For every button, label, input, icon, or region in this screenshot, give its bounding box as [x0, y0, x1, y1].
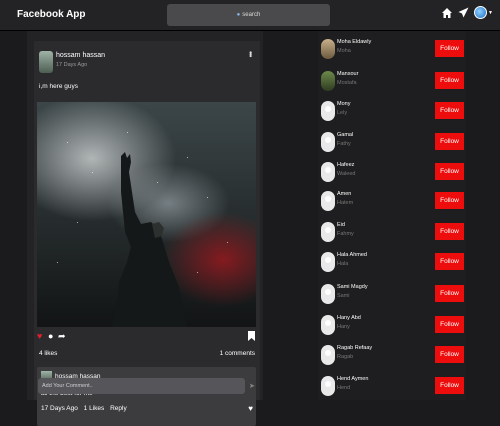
avatar[interactable] [321, 71, 335, 91]
suggestion-item: Mansour Mostafa Follow [318, 68, 466, 92]
reply-button[interactable]: Reply [110, 405, 127, 412]
follow-button[interactable]: Follow [435, 192, 464, 209]
suggestion-name[interactable]: Eid [337, 222, 345, 228]
home-icon[interactable] [441, 7, 453, 19]
send-icon[interactable] [458, 7, 469, 18]
suggestion-name[interactable]: Ragab Refaay [337, 345, 372, 351]
avatar[interactable] [321, 376, 335, 396]
suggestion-username: Moha [337, 48, 351, 54]
follow-button[interactable]: Follow [435, 40, 464, 57]
post-text: i,m here guys [39, 83, 79, 90]
search-input[interactable]: ● search [167, 4, 330, 26]
nav-icons: ▼ [441, 6, 493, 19]
follow-button[interactable]: Follow [435, 377, 464, 394]
suggestion-item: Moha Eldawly Moha Follow [318, 36, 466, 60]
suggestion-name[interactable]: Mansour [337, 71, 358, 77]
suggestion-username: Hany [337, 324, 350, 330]
avatar[interactable] [321, 162, 335, 182]
suggestion-item: Hend Aymen Hend Follow [318, 373, 466, 397]
suggestion-name[interactable]: Moha Eldawly [337, 39, 371, 45]
suggestion-username: Hala [337, 261, 349, 267]
avatar[interactable] [321, 345, 335, 365]
avatar[interactable] [321, 101, 335, 121]
suggestion-username: Hatem [337, 200, 354, 206]
comments-count[interactable]: 1 comments [220, 350, 255, 357]
top-navbar: Facebook App ● search ▼ [0, 0, 500, 31]
suggestion-item: Sami Magdy Sami Follow [318, 281, 466, 305]
chevron-down-icon: ▼ [488, 9, 493, 16]
suggestion-username: Mostafa [337, 80, 357, 86]
comment-likes[interactable]: 1 Likes [84, 405, 105, 412]
suggestion-item: Hafeez Waleed Follow [318, 159, 466, 183]
comment-icon[interactable]: ● [48, 331, 53, 341]
search-icon: ● [236, 12, 241, 18]
send-comment-icon[interactable]: ➤ [249, 382, 255, 390]
follow-button[interactable]: Follow [435, 102, 464, 119]
comment-meta: 17 Days Ago 1 Likes Reply [41, 405, 131, 412]
heart-icon[interactable]: ♥ [248, 404, 253, 413]
likes-count[interactable]: 4 likes [39, 350, 57, 357]
suggestion-name[interactable]: Amen [337, 191, 351, 197]
heart-icon[interactable]: ♥ [37, 331, 42, 341]
singer-silhouette [112, 152, 187, 327]
comment-time: 17 Days Ago [41, 405, 78, 412]
more-options-icon[interactable]: ••• [246, 51, 255, 56]
suggestion-name[interactable]: Hany Abd [337, 315, 361, 321]
avatar[interactable] [321, 191, 335, 211]
suggestion-name[interactable]: Hafeez [337, 162, 354, 168]
comment-item: hossam hassan all the best for me 17 Day… [37, 367, 256, 426]
suggestion-name[interactable]: Sami Magdy [337, 284, 368, 290]
suggestion-username: Fahmy [337, 231, 354, 237]
post-image [37, 102, 256, 327]
post-actions: ♥ ● ➦ [37, 331, 256, 343]
suggestion-item: Hala Ahmed Hala Follow [318, 249, 466, 273]
post-author[interactable]: hossam hassan [56, 52, 105, 59]
avatar[interactable] [321, 252, 335, 272]
suggestion-username: Ragab [337, 354, 354, 360]
suggestion-username: Fathy [337, 141, 351, 147]
suggestion-name[interactable]: Mony [337, 101, 350, 107]
bookmark-icon[interactable] [248, 331, 255, 343]
suggestion-item: Eid Fahmy Follow [318, 219, 466, 243]
profile-menu[interactable]: ▼ [474, 6, 493, 19]
avatar[interactable] [321, 132, 335, 152]
suggestion-username: Waleed [337, 171, 356, 177]
share-icon[interactable]: ➦ [58, 331, 66, 342]
post-header: hossam hassan 17 Days Ago ••• [39, 51, 255, 75]
suggestion-item: Mony Lely Follow [318, 98, 466, 122]
avatar[interactable] [321, 222, 335, 242]
suggestion-item: Gamal Fathy Follow [318, 129, 466, 153]
suggestion-username: Lely [337, 110, 348, 116]
follow-button[interactable]: Follow [435, 316, 464, 333]
follow-button[interactable]: Follow [435, 72, 464, 89]
follow-button[interactable]: Follow [435, 285, 464, 302]
follow-button[interactable]: Follow [435, 346, 464, 363]
post-time: 17 Days Ago [56, 62, 88, 68]
suggestion-name[interactable]: Hala Ahmed [337, 252, 367, 258]
suggestion-username: Hend [337, 385, 351, 391]
search-placeholder: search [242, 12, 261, 18]
avatar[interactable] [39, 51, 53, 73]
suggestion-item: Hany Abd Hany Follow [318, 312, 466, 336]
follow-button[interactable]: Follow [435, 253, 464, 270]
follow-button[interactable]: Follow [435, 133, 464, 150]
suggestion-username: Sami [337, 293, 350, 299]
globe-avatar-icon [474, 6, 488, 19]
avatar[interactable] [321, 39, 335, 59]
suggestion-item: Ragab Refaay Ragab Follow [318, 342, 466, 366]
suggestion-item: Amen Hatem Follow [318, 188, 466, 212]
suggestion-name[interactable]: Hend Aymen [337, 376, 368, 382]
suggestions-sidebar: Moha Eldawly Moha Follow Mansour Mostafa Foll… [318, 31, 466, 400]
follow-button[interactable]: Follow [435, 223, 464, 240]
follow-button[interactable]: Follow [435, 163, 464, 180]
app-title[interactable]: Facebook App [17, 9, 86, 20]
add-comment-input[interactable]: Add Your Comment.. [38, 378, 245, 394]
avatar[interactable] [321, 284, 335, 304]
suggestion-name[interactable]: Gamal [337, 132, 353, 138]
post-card: hossam hassan 17 Days Ago ••• i,m here g… [34, 41, 260, 426]
avatar[interactable] [321, 315, 335, 335]
